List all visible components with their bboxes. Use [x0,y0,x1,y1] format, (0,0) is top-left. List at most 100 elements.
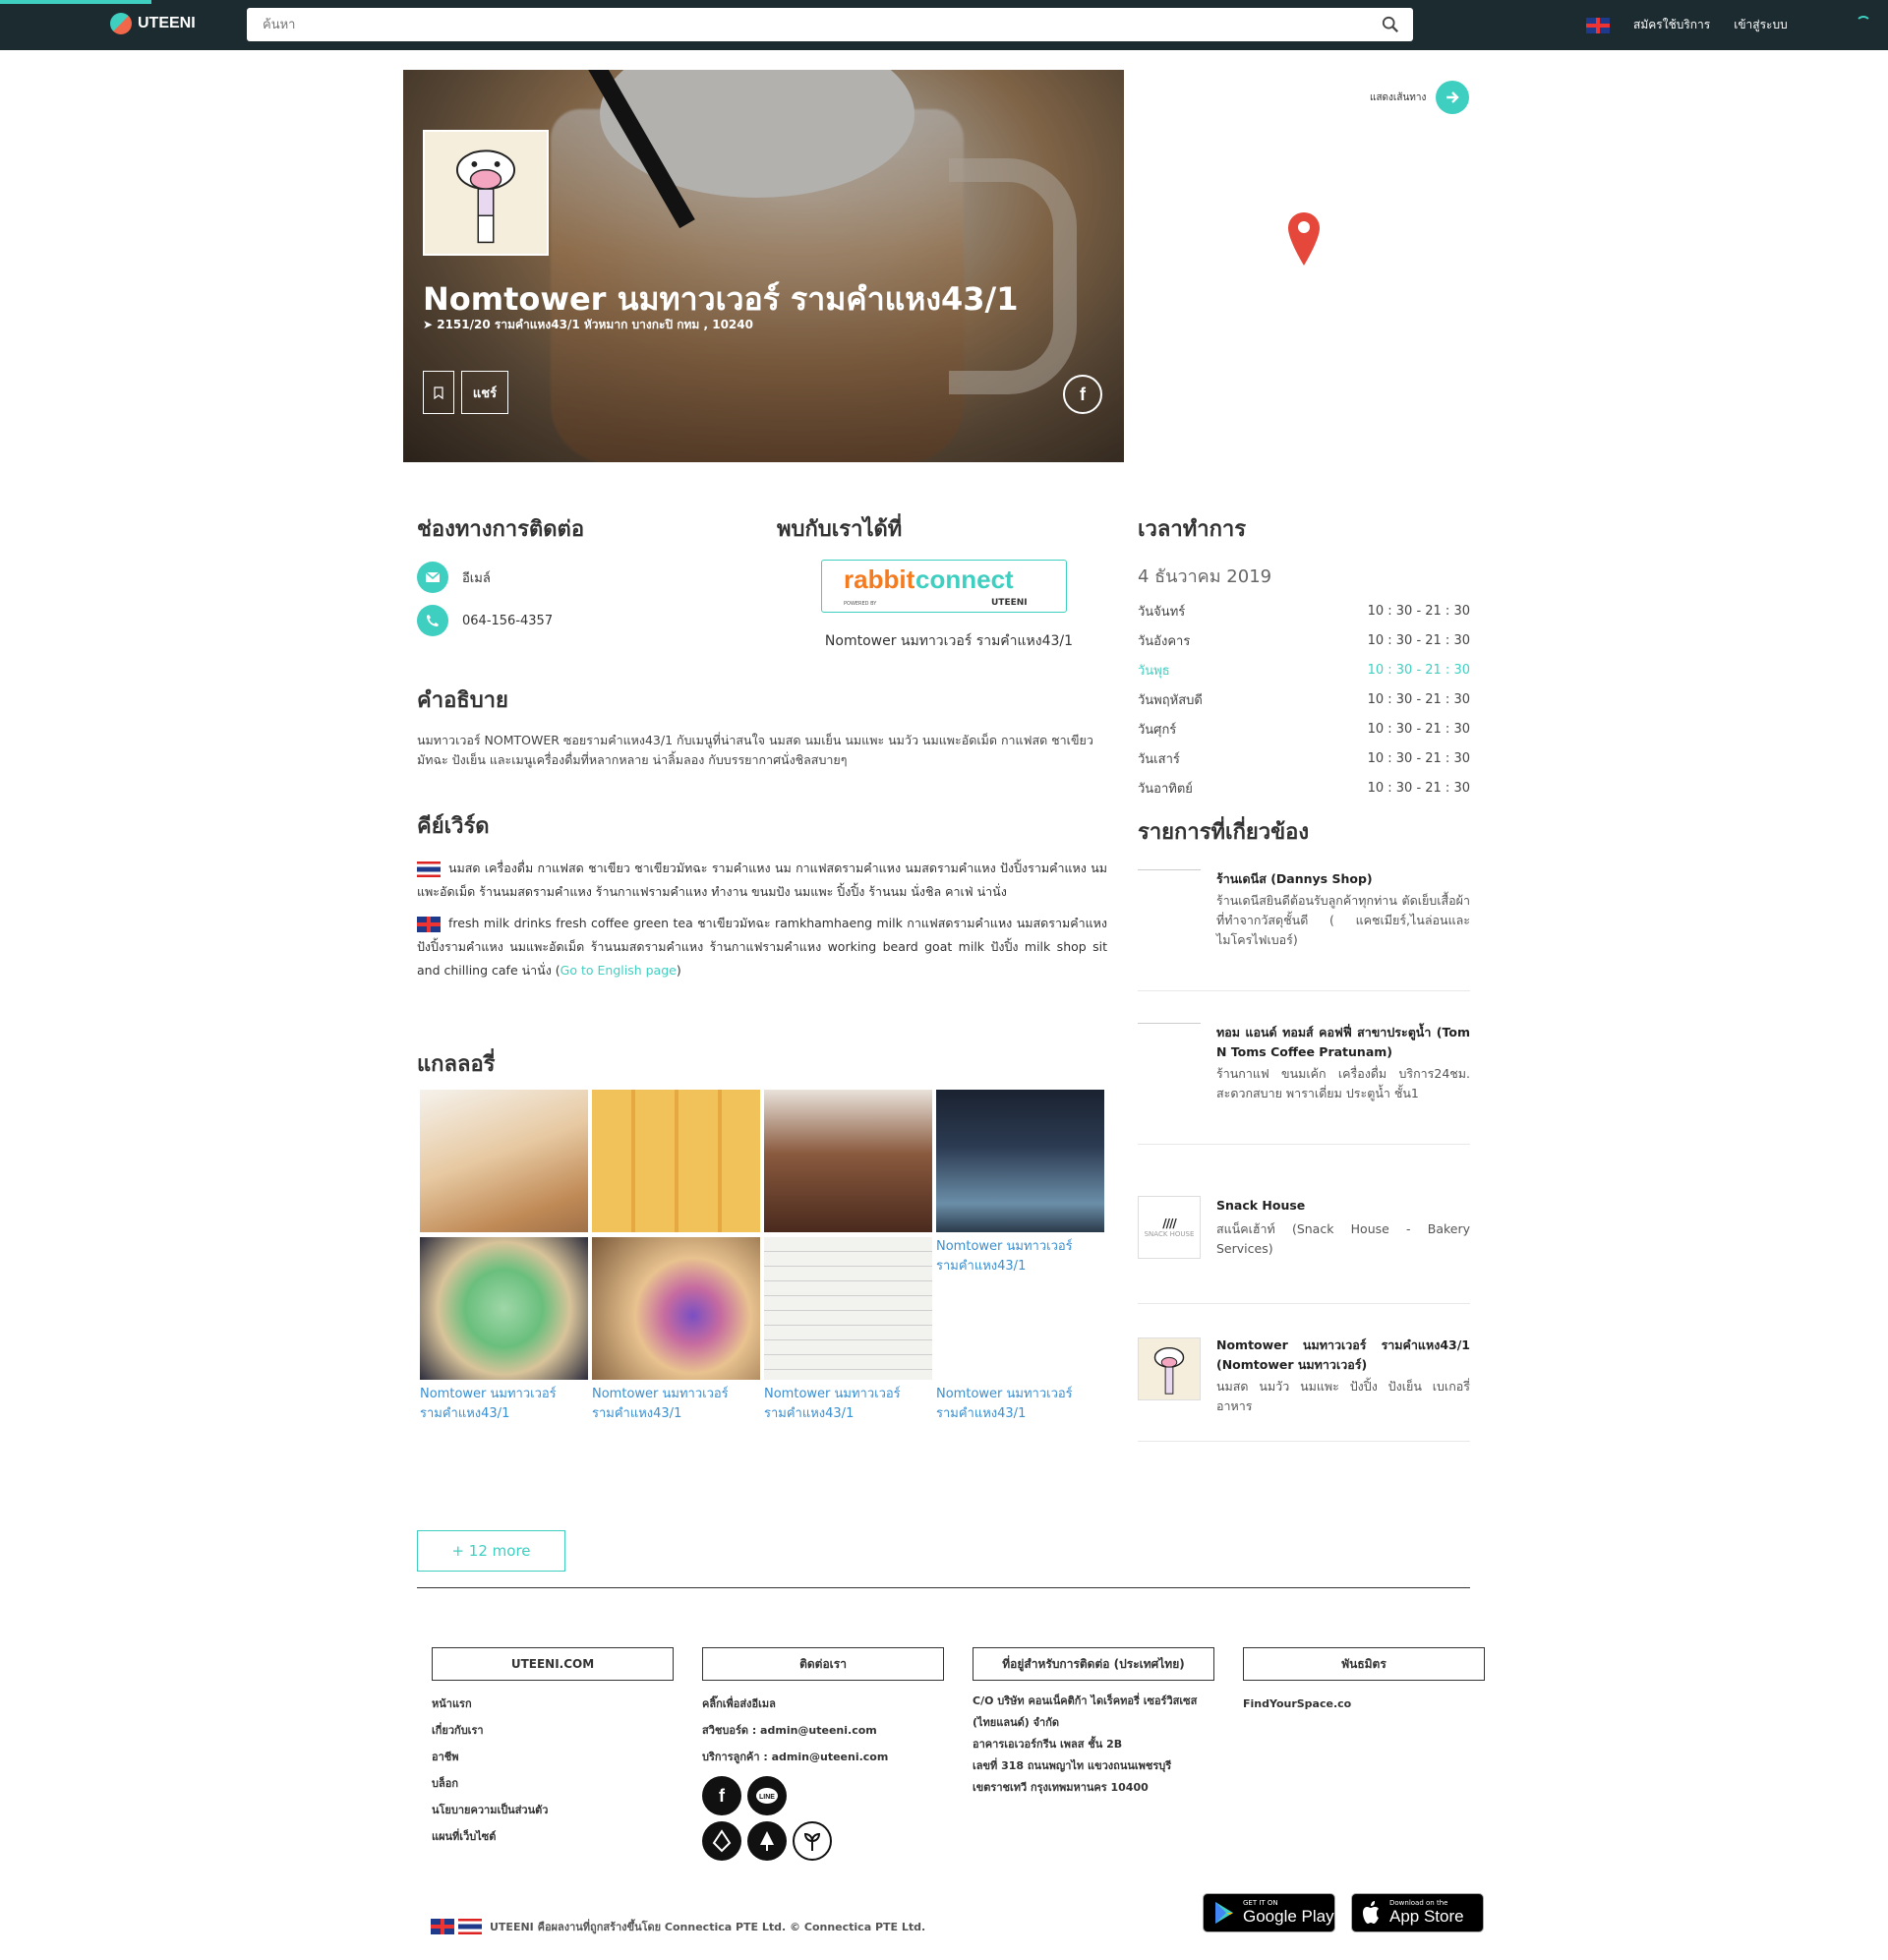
google-play-badge[interactable]: GET IT ON Google Play [1203,1893,1335,1932]
contact-title: ช่องทางการติดต่อ [417,517,585,542]
footer-col-title: ที่อยู่สำหรับการติดต่อ (ประเทศไทย) [973,1647,1214,1681]
cow-mascot-icon [455,149,516,244]
english-flag-icon[interactable] [431,1919,454,1934]
gallery-image[interactable] [764,1090,932,1232]
gallery-image[interactable] [764,1237,932,1380]
gallery-image[interactable] [936,1090,1104,1232]
gallery-broken-image[interactable]: Nomtower นมทาวเวอร์ รามคำแหง43/1 [936,1237,1104,1277]
related-item-desc: สแน็คเฮ้าท์ (Snack House - Bakery Servic… [1216,1221,1470,1256]
related-item[interactable]: //// SNACK HOUSE Snack House สแน็คเฮ้าท์… [1138,1170,1470,1304]
hours-row: วันอังคาร 10 : 30 - 21 : 30 [1138,625,1470,655]
footer-address: C/O บริษัท คอนเน็คติก้า ไดเร็คทอรี่ เซอร… [973,1691,1214,1799]
footer-col-title: ติดต่อเรา [702,1647,944,1681]
map-pin-icon[interactable] [1288,212,1320,266]
gallery-broken-image[interactable]: Nomtower นมทาวเวอร์ รามคำแหง43/1 [764,1385,932,1424]
related-thumb [1138,1023,1201,1024]
footer-links: คลิ๊กเพื่อส่งอีเมล สวิชบอร์ด : admin@ute… [702,1691,944,1770]
gallery-broken-image[interactable]: Nomtower นมทาวเวอร์ รามคำแหง43/1 [592,1385,760,1424]
gallery-image[interactable] [420,1090,588,1232]
snack-house-logo-icon: //// [1162,1217,1176,1230]
day-time: 10 : 30 - 21 : 30 [1367,780,1470,796]
footer-link[interactable]: FindYourSpace.co [1243,1691,1485,1717]
footer-link[interactable]: บล็อก [432,1770,674,1797]
search-bar [247,8,1413,41]
related-item-title[interactable]: Snack House [1216,1196,1470,1216]
app-store-badge[interactable]: Download on the App Store [1351,1893,1484,1932]
gallery-image[interactable] [420,1237,588,1380]
footer-link[interactable]: อาชีพ [432,1744,674,1770]
search-input[interactable] [247,8,1358,41]
register-link[interactable]: สมัครใช้บริการ [1633,16,1710,34]
footer-link[interactable]: แผนที่เว็บไซต์ [432,1823,674,1850]
location-arrow-icon: ➤ [423,318,438,331]
plant-icon[interactable] [793,1821,832,1861]
meet-us-title: พบกับเราได้ที่ [777,517,903,542]
line-icon[interactable]: LINE [747,1776,787,1815]
email-label: อีเมล์ [462,570,491,586]
facebook-icon[interactable]: f [702,1776,741,1815]
gallery-title: แกลลอรี่ [417,1052,496,1077]
show-more-button[interactable]: + 12 more [417,1530,565,1572]
footer-link[interactable]: เกี่ยวกับเรา [432,1717,674,1744]
opening-hours-section: เวลาทำการ 4 ธันวาคม 2019 วันจันทร์ 10 : 3… [1138,511,1470,802]
hero-overlay [403,70,1124,462]
thai-keywords-text: นมสด เครื่องดื่ม กาแฟสด ชาเขียว ชาเขียวม… [417,861,1107,899]
day-name: วันจันทร์ [1138,604,1186,620]
gallery-broken-image[interactable]: Nomtower นมทาวเวอร์ รามคำแหง43/1 [936,1385,1104,1424]
phone-number: 064-156-4357 [462,613,554,628]
footer-col-contact: ติดต่อเรา คลิ๊กเพื่อส่งอีเมล สวิชบอร์ด :… [702,1647,944,1861]
facebook-share-icon[interactable]: f [1063,375,1102,414]
english-page-link[interactable]: Go to English page [560,963,677,978]
footer-link[interactable]: นโยบายความเป็นส่วนตัว [432,1797,674,1823]
uteeni-small-text: UTEENI [991,598,1028,608]
footer-link[interactable]: บริการลูกค้า : admin@uteeni.com [702,1744,944,1770]
app-store-small: Download on the [1389,1899,1448,1907]
related-item-title[interactable]: ร้านเดนีส (Dannys Shop) [1216,869,1470,889]
gallery-image[interactable] [592,1090,760,1232]
address-line: (ไทยแลนด์) จำกัด [973,1716,1060,1729]
shop-address: ➤ 2151/20 รามคำแหง43/1 หัวหมาก บางกะปิ ก… [423,316,753,334]
day-time: 10 : 30 - 21 : 30 [1367,632,1470,648]
rabbit-connect-logo[interactable]: rabbit connect POWERED BY UTEENI [821,560,1067,613]
email-contact[interactable]: อีเมล์ [417,562,584,593]
english-keywords-tail: ) [676,963,681,978]
svg-text:LINE: LINE [759,1794,775,1801]
route-label: แสดงเส้นทาง [1370,91,1427,103]
footer-link[interactable]: หน้าแรก [432,1691,674,1717]
arrow-right-icon [1436,81,1470,114]
english-flag-icon[interactable] [1586,17,1610,33]
footer-col-uteeni: UTEENI.COM หน้าแรก เกี่ยวกับเรา อาชีพ บล… [432,1647,674,1850]
related-item[interactable]: ทอม แอนด์ ทอมส์ คอฟฟี่ สาขาประตูน้ำ (Tom… [1138,1017,1470,1145]
hours-row: วันอาทิตย์ 10 : 30 - 21 : 30 [1138,773,1470,802]
related-item-title[interactable]: Nomtower นมทาวเวอร์ รามคำแหง43/1 (Nomtow… [1216,1336,1470,1375]
footer-link[interactable]: สวิชบอร์ด : admin@uteeni.com [702,1717,944,1744]
thai-flag-icon[interactable] [458,1919,482,1934]
share-button[interactable]: แชร์ [461,371,508,414]
cow-mascot-icon [1153,1346,1185,1395]
related-item-title[interactable]: ทอม แอนด์ ทอมส์ คอฟฟี่ สาขาประตูน้ำ (Tom… [1216,1023,1470,1062]
gallery-image[interactable] [592,1237,760,1380]
bookmark-button[interactable] [423,371,454,414]
related-section: รายการที่เกี่ยวข้อง ร้านเดนีส (Dannys Sh… [1138,814,1470,1442]
phone-contact[interactable]: 064-156-4357 [417,605,584,636]
description-text: นมทาวเวอร์ NOMTOWER ซอยรามคำแหง43/1 กับเ… [417,733,1093,767]
show-route-button[interactable]: แสดงเส้นทาง [1370,81,1470,114]
meet-us-section: พบกับเราได้ที่ rabbit connect POWERED BY… [777,511,1101,652]
gallery-broken-image[interactable]: Nomtower นมทาวเวอร์ รามคำแหง43/1 [420,1385,588,1424]
login-link[interactable]: เข้าสู่ระบบ [1734,16,1788,34]
search-icon[interactable] [1382,16,1399,33]
tree-icon[interactable] [747,1821,787,1861]
footer-link[interactable]: คลิ๊กเพื่อส่งอีเมล [702,1691,944,1717]
related-item[interactable]: ร้านเดนีส (Dannys Shop) ร้านเดนีสยินดีต้… [1138,863,1470,991]
leaf-icon[interactable] [702,1821,741,1861]
loading-progress-bar [0,0,151,4]
hours-row-today: วันพุธ 10 : 30 - 21 : 30 [1138,655,1470,684]
brand-name: UTEENI [138,15,196,31]
related-item[interactable]: Nomtower นมทาวเวอร์ รามคำแหง43/1 (Nomtow… [1138,1304,1470,1442]
brand-logo[interactable]: UTEENI [110,13,196,34]
bookmark-icon [434,386,443,399]
day-time: 10 : 30 - 21 : 30 [1367,603,1470,619]
powered-by-text: POWERED BY [844,601,877,607]
hours-date: 4 ธันวาคม 2019 [1138,566,1272,587]
day-name: วันพฤหัสบดี [1138,692,1203,708]
